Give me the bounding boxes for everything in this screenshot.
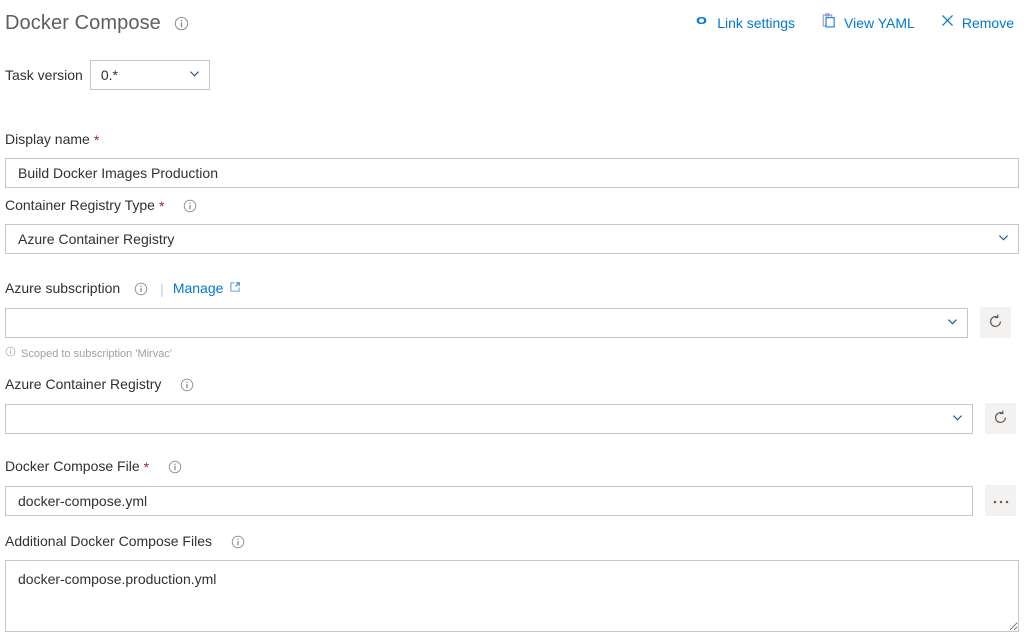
additional-docker-compose-files-label: Additional Docker Compose Files [5, 533, 212, 549]
chevron-down-icon [951, 411, 964, 427]
azure-subscription-input-row [5, 307, 1019, 338]
view-yaml-button[interactable]: View YAML [818, 11, 917, 34]
docker-compose-file-label: Docker Compose File [5, 458, 140, 474]
required-indicator: * [143, 458, 150, 475]
chevron-down-icon [997, 231, 1010, 247]
azure-subscription-label: Azure subscription [5, 280, 121, 296]
display-name-label: Display name [5, 131, 90, 147]
azure-container-registry-select[interactable] [5, 403, 973, 434]
view-yaml-label: View YAML [844, 14, 915, 31]
info-icon[interactable] [183, 199, 197, 213]
docker-compose-file-label-row: Docker Compose File * [5, 457, 1019, 476]
container-registry-type-select[interactable]: Azure Container Registry [5, 224, 1019, 254]
docker-compose-file-input[interactable] [5, 485, 973, 516]
title-group: Docker Compose [5, 11, 189, 35]
field-container-registry-type: Container Registry Type * Azure Containe… [5, 196, 1019, 254]
remove-button[interactable]: Remove [938, 12, 1016, 33]
additional-docker-compose-files-input-row: docker-compose.production.yml [5, 560, 1019, 632]
task-editor-panel: Docker Compose Link settings View YAML R… [0, 0, 1024, 632]
container-registry-type-label-row: Container Registry Type * [5, 196, 1019, 215]
azure-container-registry-label-row: Azure Container Registry [5, 375, 1019, 394]
close-icon [940, 13, 955, 32]
additional-docker-compose-files-textarea[interactable]: docker-compose.production.yml [5, 560, 1019, 632]
field-docker-compose-file: Docker Compose File * [5, 457, 1019, 516]
separator: | [160, 280, 164, 297]
header-toolbar: Link settings View YAML Remove [691, 11, 1016, 34]
manage-label: Manage [172, 280, 224, 296]
manage-link[interactable]: Manage [173, 279, 242, 298]
refresh-icon [987, 313, 1004, 333]
azure-container-registry-input-row [5, 403, 1019, 434]
azure-subscription-hint: Scoped to subscription 'Mirvac' [5, 346, 1019, 361]
azure-container-registry-refresh-button[interactable] [985, 403, 1016, 434]
refresh-icon [992, 409, 1009, 429]
container-registry-type-value: Azure Container Registry [18, 231, 175, 247]
display-name-input[interactable] [5, 158, 1019, 188]
panel-header: Docker Compose Link settings View YAML R… [0, 0, 1024, 46]
required-indicator: * [158, 197, 165, 214]
field-additional-docker-compose-files: Additional Docker Compose Files docker-c… [5, 532, 1019, 632]
external-link-icon [229, 279, 241, 298]
docker-compose-file-input-row [5, 485, 1019, 516]
display-name-input-row [5, 158, 1019, 188]
field-azure-subscription: Azure subscription | Manage Scoped to su… [5, 279, 1019, 361]
azure-subscription-refresh-button[interactable] [980, 307, 1011, 338]
info-icon[interactable] [174, 16, 189, 31]
info-icon[interactable] [231, 535, 245, 549]
link-settings-label: Link settings [717, 14, 796, 31]
chevron-down-icon [188, 67, 201, 83]
chevron-down-icon [946, 315, 959, 331]
page-title: Docker Compose [5, 12, 161, 34]
task-version-row: Task version 0.* [5, 60, 210, 90]
info-icon[interactable] [168, 460, 182, 474]
additional-docker-compose-files-label-row: Additional Docker Compose Files [5, 532, 1019, 551]
remove-label: Remove [961, 14, 1014, 31]
task-version-value: 0.* [100, 67, 118, 83]
ellipsis-icon [992, 493, 1010, 508]
docker-compose-file-browse-button[interactable] [985, 485, 1016, 516]
link-settings-button[interactable]: Link settings [691, 11, 797, 34]
link-icon [693, 12, 710, 33]
task-version-label: Task version [5, 66, 83, 83]
task-version-select[interactable]: 0.* [89, 60, 210, 90]
container-registry-type-label: Container Registry Type [5, 197, 155, 213]
azure-subscription-hint-text: Scoped to subscription 'Mirvac' [21, 347, 172, 360]
clipboard-icon [820, 12, 837, 33]
field-display-name: Display name * [5, 130, 1019, 188]
azure-subscription-label-row: Azure subscription | Manage [5, 279, 1019, 298]
azure-subscription-select[interactable] [5, 307, 968, 338]
info-icon[interactable] [134, 282, 148, 296]
field-azure-container-registry: Azure Container Registry [5, 375, 1019, 434]
azure-container-registry-label: Azure Container Registry [5, 376, 162, 392]
info-icon[interactable] [180, 378, 194, 392]
info-icon [5, 346, 16, 361]
required-indicator: * [93, 131, 100, 148]
display-name-label-row: Display name * [5, 130, 1019, 149]
container-registry-type-input-row: Azure Container Registry [5, 224, 1019, 254]
